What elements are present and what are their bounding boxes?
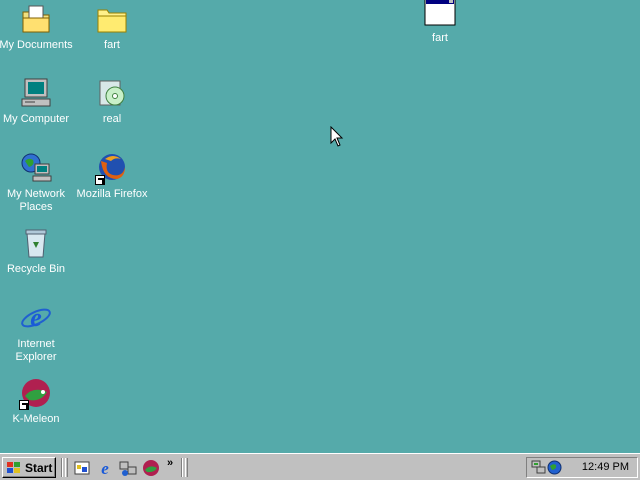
window-icon	[424, 0, 456, 26]
start-label: Start	[25, 460, 53, 475]
desktop-icon-label: My Network Places	[6, 188, 66, 213]
desktop-icon-my-network-places[interactable]: My Network Places	[0, 151, 74, 214]
computer-icon	[21, 78, 51, 107]
svg-text:e: e	[30, 303, 42, 332]
start-button[interactable]: Start	[2, 457, 56, 478]
taskbar: Start e » 12:49 PM	[0, 453, 640, 480]
desktop-icon-my-computer[interactable]: My Computer	[0, 76, 74, 126]
desktop[interactable]: My Documents fart fart My Computer real …	[0, 0, 640, 453]
quick-launch-grip[interactable]	[65, 458, 68, 477]
desktop-icon-label: My Computer	[2, 113, 70, 125]
desktop-icon-label: My Documents	[0, 39, 73, 51]
ie-icon: e	[21, 303, 51, 332]
desktop-icon-label: Mozilla Firefox	[76, 188, 148, 200]
desktop-icon-label: K-Meleon	[12, 413, 60, 425]
taskbar-separator	[181, 458, 183, 477]
network-icon	[21, 153, 52, 182]
quick-launch-more-button[interactable]: »	[167, 457, 173, 469]
taskbar-separator	[61, 458, 63, 477]
recycle-bin-icon	[25, 229, 47, 258]
system-tray: 12:49 PM	[526, 457, 638, 478]
desktop-icon-my-documents[interactable]: My Documents	[0, 2, 74, 52]
globe-tray-icon[interactable]	[547, 460, 562, 475]
desktop-icon-label: fart	[432, 32, 448, 44]
show-desktop-icon[interactable]	[73, 459, 91, 477]
shortcut-arrow-icon	[19, 400, 29, 410]
windows-logo-icon	[7, 461, 20, 473]
taskbar-clock[interactable]: 12:49 PM	[582, 461, 629, 473]
desktop-icon-k-meleon[interactable]: K-Meleon	[0, 376, 74, 426]
shortcut-arrow-icon	[95, 175, 105, 185]
desktop-icon-internet-explorer[interactable]: e Internet Explorer	[0, 301, 74, 364]
desktop-icon-label: real	[102, 113, 122, 125]
task-area-grip[interactable]	[185, 458, 188, 477]
desktop-icon-label: Recycle Bin	[6, 263, 66, 275]
svg-text:e: e	[101, 459, 109, 477]
k-meleon-quick-launch-icon[interactable]	[142, 459, 160, 477]
mouse-cursor-icon	[330, 126, 344, 147]
desktop-icon-label: fart	[104, 39, 120, 51]
desktop-icon-label: Internet Explorer	[15, 338, 57, 363]
desktop-icon-real[interactable]: real	[74, 76, 150, 126]
desktop-icon-recycle-bin[interactable]: Recycle Bin	[0, 226, 74, 276]
desktop-icon-fart-window[interactable]: fart	[402, 0, 478, 45]
folder-documents-icon	[22, 5, 50, 33]
network-quick-launch-icon[interactable]	[119, 459, 137, 477]
recycle-cd-icon	[99, 80, 125, 106]
folder-icon	[97, 9, 127, 33]
network-tray-icon[interactable]	[531, 460, 547, 475]
desktop-icon-mozilla-firefox[interactable]: Mozilla Firefox	[74, 151, 150, 201]
desktop-icon-fart-folder[interactable]: fart	[74, 2, 150, 52]
ie-quick-launch-icon[interactable]: e	[96, 459, 114, 477]
